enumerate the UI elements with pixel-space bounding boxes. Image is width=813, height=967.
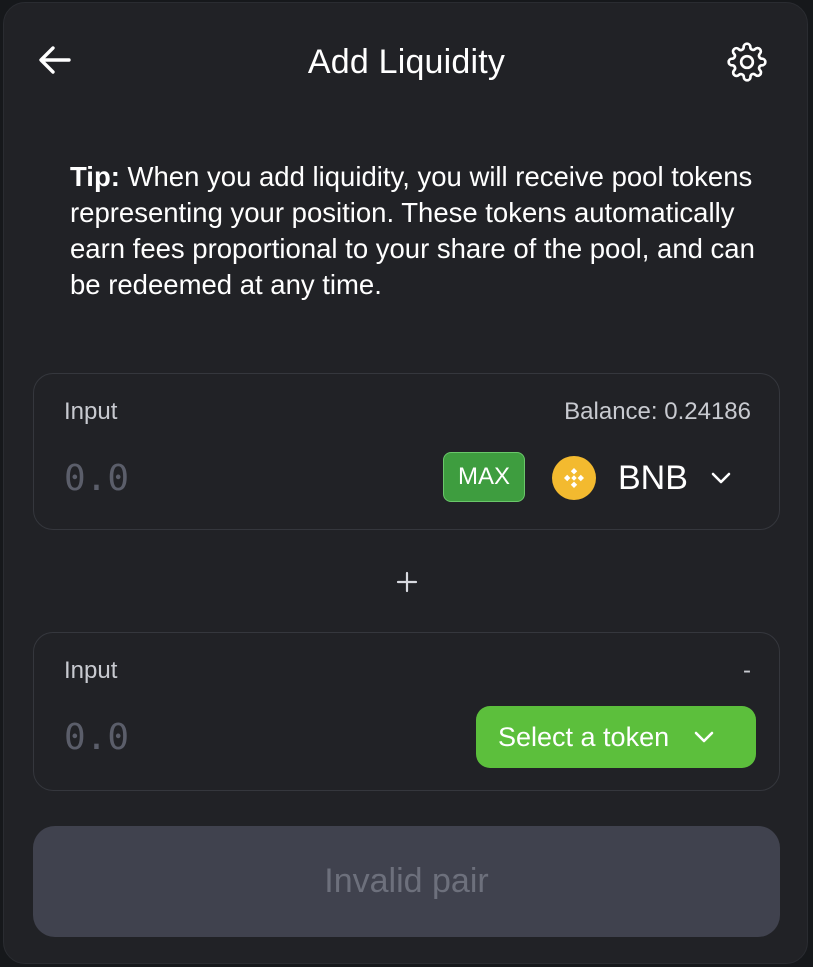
input-b-balance: -: [743, 657, 751, 684]
tip-text: Tip: When you add liquidity, you will re…: [70, 159, 770, 303]
select-token-button[interactable]: Select a token: [476, 706, 756, 768]
bnb-logo-icon: [552, 456, 596, 500]
add-liquidity-card: Add Liquidity Tip: When you add liquidit…: [3, 2, 808, 964]
invalid-pair-button[interactable]: Invalid pair: [33, 826, 780, 937]
plus-icon: [393, 568, 421, 596]
chevron-down-icon: [710, 471, 732, 485]
token-symbol-a: BNB: [618, 458, 688, 497]
input-panel-a: Input Balance: 0.24186 MAX BNB: [33, 373, 780, 530]
settings-button[interactable]: [724, 41, 770, 87]
input-b-label: Input: [64, 657, 118, 684]
input-a-balance: Balance: 0.24186: [564, 398, 751, 425]
amount-input-a[interactable]: [64, 452, 364, 504]
amount-input-b[interactable]: [64, 711, 364, 763]
page-title: Add Liquidity: [307, 43, 506, 81]
input-panel-b: Input - Select a token: [33, 632, 780, 791]
select-token-label: Select a token: [498, 721, 670, 752]
token-select-a[interactable]: BNB: [552, 452, 752, 504]
chevron-down-icon: [693, 730, 715, 744]
tip-body: When you add liquidity, you will receive…: [70, 161, 755, 300]
tip-label: Tip:: [70, 161, 120, 192]
max-button[interactable]: MAX: [443, 452, 525, 502]
card-header: Add Liquidity: [4, 3, 809, 123]
input-a-label: Input: [64, 398, 118, 425]
gear-icon: [727, 41, 767, 87]
